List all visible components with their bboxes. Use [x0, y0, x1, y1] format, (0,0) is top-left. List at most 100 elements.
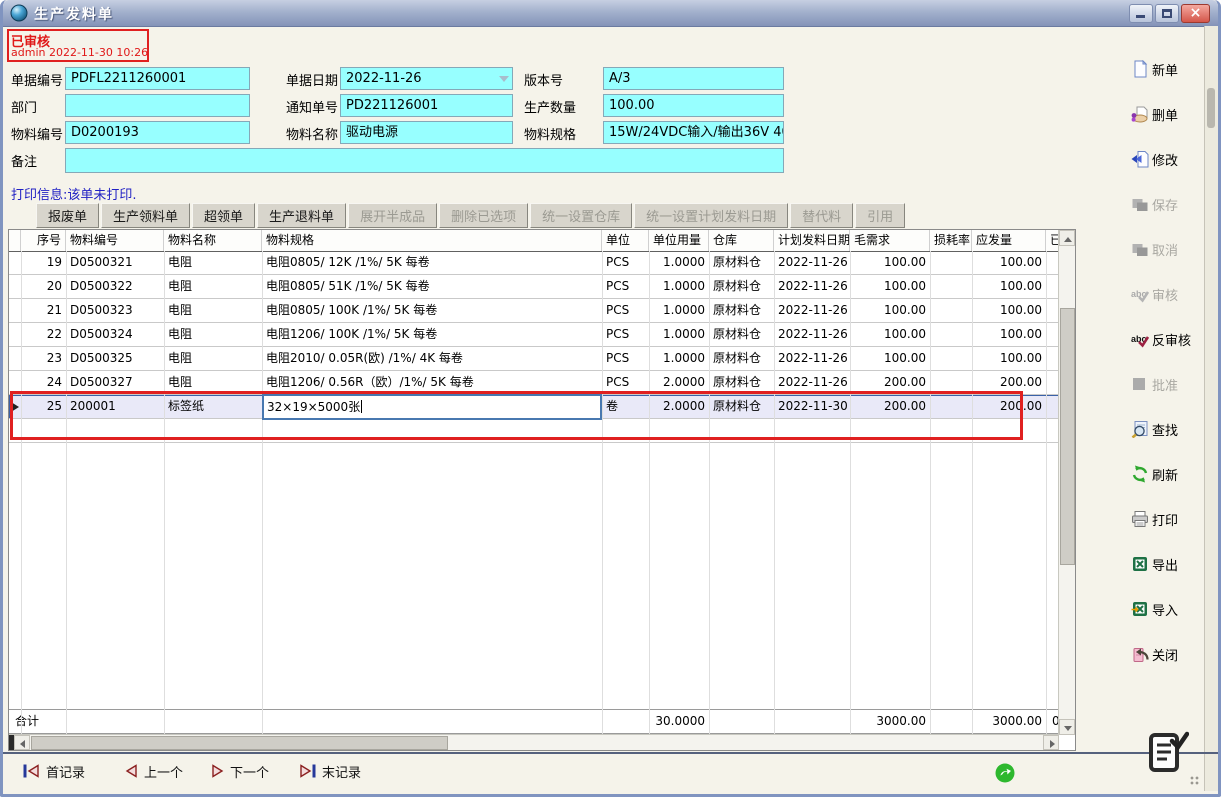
row-selector-cell[interactable]	[9, 323, 21, 347]
column-header[interactable]: 物料名称	[164, 230, 262, 251]
notice-no-field[interactable]: PD221126001	[340, 94, 513, 117]
cell[interactable]: 25	[21, 395, 66, 419]
doc-date-field[interactable]: 2022-11-26	[340, 67, 513, 90]
column-header[interactable]: 单位用量	[649, 230, 709, 251]
material-no-field[interactable]: D0200193	[65, 121, 250, 144]
cell[interactable]	[930, 371, 972, 395]
cell[interactable]: 卷	[602, 395, 649, 419]
cell[interactable]: PCS	[602, 275, 649, 299]
table-row[interactable]: 20D0500322电阻电阻0805/ 51K /1%/ 5K 每卷PCS1.0…	[9, 275, 1060, 299]
cell[interactable]: 2022-11-26	[774, 299, 850, 323]
toolbar-button-1[interactable]: 新单	[1131, 55, 1207, 83]
cell[interactable]: 200001	[66, 395, 164, 419]
toolbar-button-13[interactable]: 导入	[1131, 595, 1207, 623]
cell-editor[interactable]: 32×19×5000张	[262, 394, 602, 420]
cell[interactable]: 23	[21, 347, 66, 371]
grid-horizontal-scrollbar[interactable]	[9, 734, 1059, 750]
column-header[interactable]: 计划发料日期	[774, 230, 850, 251]
toolbar-button-14[interactable]: 关闭	[1131, 640, 1207, 668]
department-field[interactable]	[65, 94, 250, 117]
maximize-button[interactable]	[1155, 4, 1179, 23]
cell[interactable]: D0500323	[66, 299, 164, 323]
cell[interactable]: 电阻0805/ 12K /1%/ 5K 每卷	[262, 251, 602, 275]
cell[interactable]: PCS	[602, 251, 649, 275]
cell[interactable]: 2022-11-30	[774, 395, 850, 419]
table-row[interactable]	[9, 419, 1060, 443]
cell[interactable]: 电阻	[164, 275, 262, 299]
cell[interactable]: D0500325	[66, 347, 164, 371]
row-selector-cell[interactable]	[9, 299, 21, 323]
row-selector-cell[interactable]	[9, 395, 21, 419]
vertical-scroll-thumb[interactable]	[1060, 308, 1075, 565]
cell[interactable]: 电阻	[164, 299, 262, 323]
table-row[interactable]: 21D0500323电阻电阻0805/ 100K /1%/ 5K 每卷PCS1.…	[9, 299, 1060, 323]
doc-button-3[interactable]: 超领单	[192, 203, 255, 228]
doc-button-5[interactable]: 展开半成品	[348, 203, 437, 228]
cell[interactable]	[930, 395, 972, 419]
doc-button-2[interactable]: 生产领料单	[101, 203, 190, 228]
empty-cell[interactable]	[66, 419, 164, 443]
cell[interactable]: 100.00	[972, 275, 1046, 299]
cell[interactable]	[930, 275, 972, 299]
table-row[interactable]: 19D0500321电阻电阻0805/ 12K /1%/ 5K 每卷PCS1.0…	[9, 251, 1060, 275]
cell[interactable]: 电阻	[164, 251, 262, 275]
cell[interactable]: 原材料仓	[709, 251, 774, 275]
row-selector-header[interactable]	[9, 230, 21, 251]
cell[interactable]: 200.00	[972, 395, 1046, 419]
toolbar-button-7[interactable]: abc反审核	[1131, 325, 1207, 353]
cell[interactable]: 电阻1206/ 100K /1%/ 5K 每卷	[262, 323, 602, 347]
cell[interactable]: 1.0000	[649, 251, 709, 275]
empty-cell[interactable]	[262, 419, 602, 443]
column-header[interactable]: 损耗率	[930, 230, 972, 251]
empty-cell[interactable]	[9, 419, 21, 443]
remark-field[interactable]	[65, 148, 784, 173]
cell[interactable]: 100.00	[850, 251, 930, 275]
cell[interactable]: 电阻0805/ 51K /1%/ 5K 每卷	[262, 275, 602, 299]
doc-button-4[interactable]: 生产退料单	[257, 203, 346, 228]
cell[interactable]: 200.00	[972, 371, 1046, 395]
cell[interactable]: 2022-11-26	[774, 323, 850, 347]
cell[interactable]: 100.00	[972, 347, 1046, 371]
title-bar[interactable]: 生产发料单 ×	[3, 0, 1218, 27]
column-header[interactable]: 物料编号	[66, 230, 164, 251]
cell[interactable]: 标签纸	[164, 395, 262, 419]
nav-prev-button[interactable]: 上一个	[125, 760, 183, 782]
toolbar-button-10[interactable]: 刷新	[1131, 460, 1207, 488]
close-button[interactable]: ×	[1181, 4, 1210, 23]
cell[interactable]: 原材料仓	[709, 299, 774, 323]
cell[interactable]: 100.00	[850, 299, 930, 323]
cell[interactable]: 电阻0805/ 100K /1%/ 5K 每卷	[262, 299, 602, 323]
empty-cell[interactable]	[602, 419, 649, 443]
cell[interactable]: 22	[21, 323, 66, 347]
column-header[interactable]: 应发量	[972, 230, 1046, 251]
cell[interactable]: D0500321	[66, 251, 164, 275]
table-row[interactable]: 24D0500327电阻电阻1206/ 0.56R（欧）/1%/ 5K 每卷PC…	[9, 371, 1060, 395]
scroll-up-arrow[interactable]	[1059, 230, 1075, 246]
cell[interactable]: 电阻1206/ 0.56R（欧）/1%/ 5K 每卷	[262, 371, 602, 395]
scroll-down-arrow[interactable]	[1059, 719, 1075, 735]
chevron-down-icon[interactable]	[499, 76, 509, 82]
nav-last-button[interactable]: 末记录	[299, 760, 361, 782]
column-header[interactable]: 仓库	[709, 230, 774, 251]
nav-next-button[interactable]: 下一个	[211, 760, 269, 782]
scroll-right-arrow[interactable]	[1043, 735, 1059, 750]
cell[interactable]: 100.00	[972, 251, 1046, 275]
cell[interactable]: 24	[21, 371, 66, 395]
toolbar-button-11[interactable]: 打印	[1131, 505, 1207, 533]
resize-grip[interactable]	[1190, 776, 1202, 788]
doc-button-10[interactable]: 引用	[855, 203, 905, 228]
cell[interactable]	[930, 251, 972, 275]
toolbar-button-2[interactable]: 删单	[1131, 100, 1207, 128]
cell[interactable]: D0500324	[66, 323, 164, 347]
cell[interactable]: 2.0000	[649, 371, 709, 395]
cell[interactable]: PCS	[602, 371, 649, 395]
cell[interactable]: 2022-11-26	[774, 347, 850, 371]
cell[interactable]: 200.00	[850, 395, 930, 419]
cell[interactable]: 100.00	[850, 347, 930, 371]
row-selector-cell[interactable]	[9, 275, 21, 299]
toolbar-button-12[interactable]: 导出	[1131, 550, 1207, 578]
cell[interactable]: 100.00	[850, 275, 930, 299]
prod-qty-field[interactable]: 100.00	[603, 94, 784, 117]
cell[interactable]: 电阻2010/ 0.05R(欧) /1%/ 4K 每卷	[262, 347, 602, 371]
horizontal-scroll-thumb[interactable]	[31, 736, 448, 750]
